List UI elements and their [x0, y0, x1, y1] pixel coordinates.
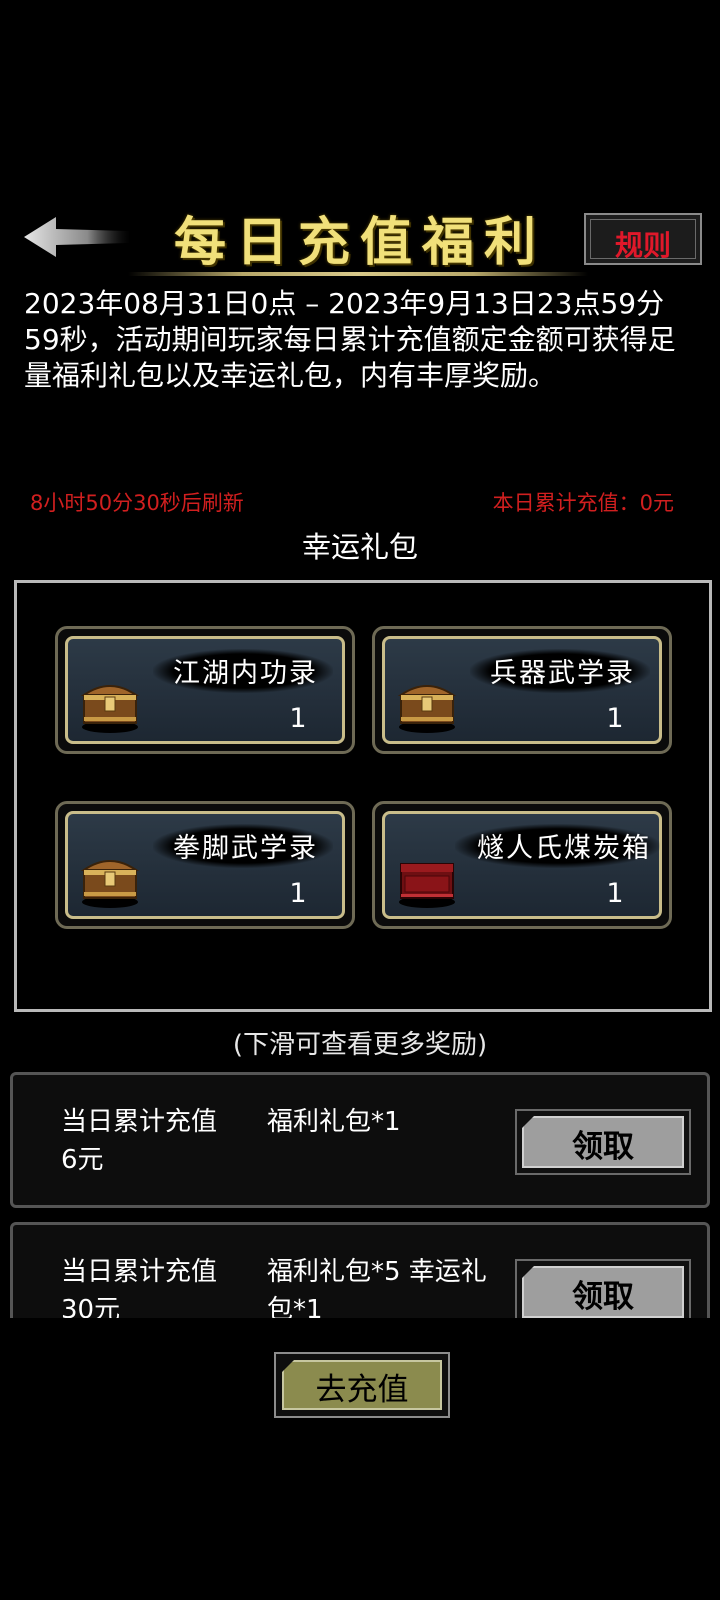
- reward-row: 当日累计充值6元 福利礼包*1 领取: [10, 1072, 710, 1208]
- lucky-item-qty: 1: [606, 703, 624, 734]
- reward-condition: 当日累计充值30元: [61, 1257, 218, 1318]
- claim-button[interactable]: 领取: [515, 1259, 691, 1318]
- lucky-item-name: 江湖内功录: [173, 658, 318, 689]
- golden-chest-icon: [397, 685, 457, 733]
- golden-chest-icon: [80, 685, 140, 733]
- lucky-item-name: 燧人氏煤炭箱: [477, 833, 651, 864]
- go-recharge-button[interactable]: 去充值: [274, 1352, 450, 1418]
- daily-recharge-screen: { "header": { "title": "每日充值福利", "rule_l…: [0, 0, 720, 1600]
- go-recharge-label: 去充值: [315, 1372, 409, 1408]
- lucky-pack-title: 幸运礼包: [301, 530, 418, 564]
- lucky-item-name: 兵器武学录: [490, 658, 635, 689]
- scroll-hint: (下滑可查看更多奖励): [232, 1030, 488, 1060]
- reward-list[interactable]: 当日累计充值6元 福利礼包*1 领取 当日累计充值30元 福利礼包*5 幸运礼包…: [0, 1068, 720, 1318]
- today-recharge-total: 本日累计充值：0元: [492, 491, 674, 515]
- rules-button-label: 规则: [614, 229, 671, 262]
- lucky-item-qty: 1: [606, 878, 624, 909]
- lucky-item-card[interactable]: 拳脚武学录 1: [55, 801, 355, 929]
- event-description: 2023年08月31日0点 – 2023年9月13日23点59分59秒，活动期间…: [24, 287, 676, 392]
- reward-row: 当日累计充值30元 福利礼包*5 幸运礼包*1 领取: [10, 1222, 710, 1318]
- lucky-item-qty: 1: [289, 878, 307, 909]
- lucky-item-card[interactable]: 燧人氏煤炭箱 1: [372, 801, 672, 929]
- reward-content: 福利礼包*5 幸运礼包*1: [267, 1257, 487, 1318]
- refresh-countdown: 8小时50分30秒后刷新: [30, 491, 244, 515]
- lucky-item-qty: 1: [289, 703, 307, 734]
- lucky-pack-panel: 江湖内功录 1 兵器武学录 1 拳脚武学录 1 燧人氏煤炭箱 1: [14, 580, 712, 1012]
- red-chest-icon: [399, 863, 455, 908]
- claim-button-label: 领取: [572, 1279, 634, 1315]
- reward-condition: 当日累计充值6元: [61, 1107, 218, 1175]
- title-underline: [128, 272, 588, 276]
- reward-content: 福利礼包*1: [267, 1107, 401, 1137]
- golden-chest-icon: [80, 860, 140, 908]
- rules-button[interactable]: 规则: [584, 213, 702, 265]
- lucky-item-card[interactable]: 江湖内功录 1: [55, 626, 355, 754]
- lucky-item-name: 拳脚武学录: [173, 833, 318, 864]
- lucky-item-card[interactable]: 兵器武学录 1: [372, 626, 672, 754]
- claim-button-label: 领取: [572, 1129, 634, 1165]
- claim-button[interactable]: 领取: [515, 1109, 691, 1175]
